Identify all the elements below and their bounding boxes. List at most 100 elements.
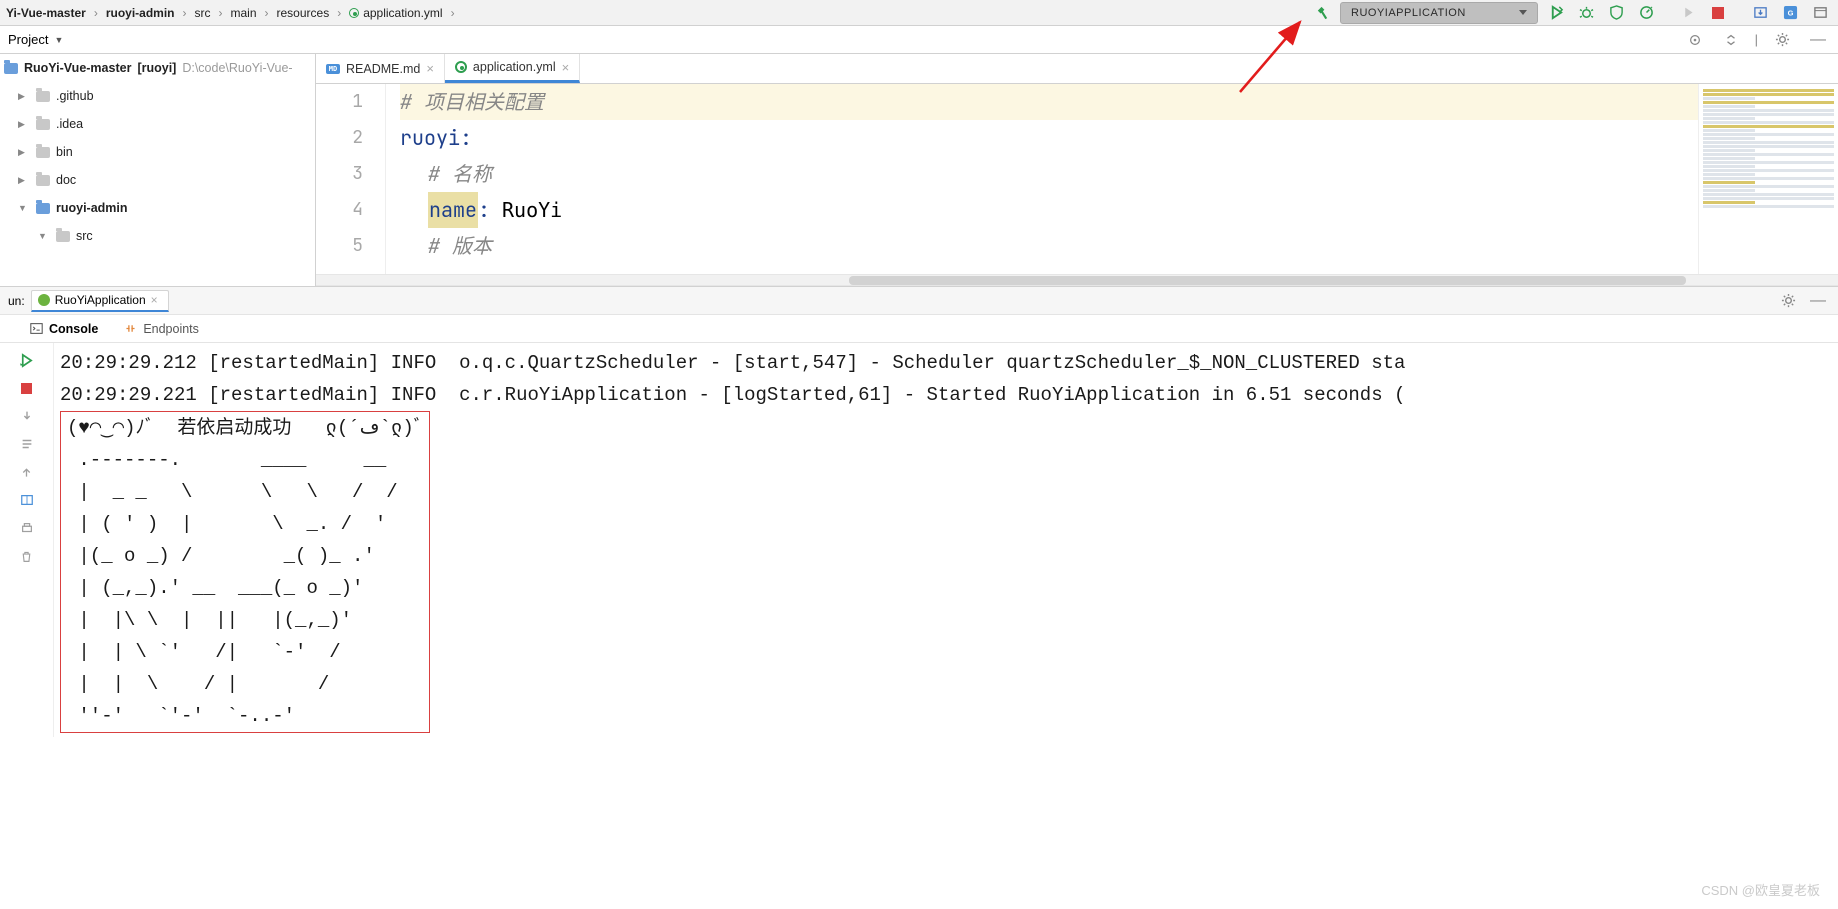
code-editor[interactable]: 1 2 3 4 5 # 项目相关配置 ruoyi: # 名称 name: Ruo…	[316, 84, 1838, 274]
tree-path: D:\code\RuoYi-Vue-	[182, 61, 292, 75]
stop-icon[interactable]	[1706, 2, 1730, 24]
code-content[interactable]: # 项目相关配置 ruoyi: # 名称 name: RuoYi # 版本	[386, 84, 1698, 274]
print-icon[interactable]	[15, 517, 39, 539]
breadcrumb-item[interactable]: application.yml	[363, 6, 442, 20]
folder-icon	[36, 91, 50, 102]
editor-horizontal-scrollbar[interactable]	[316, 274, 1838, 286]
code-minimap[interactable]	[1698, 84, 1838, 274]
code-comment: # 版本	[428, 228, 492, 264]
expand-icon[interactable]: ▶	[18, 91, 30, 102]
expand-all-icon[interactable]	[1719, 29, 1743, 51]
svg-text:G: G	[1787, 8, 1793, 17]
code-with-me-icon[interactable]: G	[1778, 2, 1802, 24]
hide-icon[interactable]: —	[1806, 290, 1830, 312]
run-process-tab[interactable]: RuoYiApplication ×	[31, 290, 169, 312]
breadcrumb-item[interactable]: main	[230, 6, 256, 20]
breadcrumb-item[interactable]: ruoyi-admin	[106, 6, 175, 20]
code-comment: # 名称	[428, 156, 492, 192]
tree-label: .github	[56, 89, 94, 103]
yaml-file-icon	[455, 61, 467, 73]
tree-item[interactable]: ▼ src	[0, 222, 315, 250]
stop-icon[interactable]	[15, 377, 39, 399]
close-icon[interactable]: ×	[426, 61, 434, 76]
yaml-key: ruoyi	[400, 120, 460, 156]
chevron-right-icon	[261, 6, 273, 20]
tree-label: doc	[56, 173, 76, 187]
project-view-header: Project ▼ | —	[0, 26, 1838, 54]
tree-label: .idea	[56, 117, 83, 131]
vcs-update-icon[interactable]	[1748, 2, 1772, 24]
subtab-console[interactable]: Console	[30, 322, 98, 336]
chevron-down-icon[interactable]: ▼	[54, 35, 63, 45]
hide-icon[interactable]: —	[1806, 29, 1830, 51]
tab-application-yml[interactable]: application.yml ×	[445, 54, 580, 83]
console-output[interactable]: 20:29:29.212 [restartedMain] INFO o.q.c.…	[54, 343, 1838, 737]
yaml-file-icon	[349, 8, 359, 18]
coverage-icon[interactable]	[1604, 2, 1628, 24]
tree-label: bin	[56, 145, 73, 159]
tree-item[interactable]: ▶ .idea	[0, 110, 315, 138]
console-body: 20:29:29.212 [restartedMain] INFO o.q.c.…	[0, 343, 1838, 737]
gear-icon[interactable]	[1776, 290, 1800, 312]
profile-icon[interactable]	[1634, 2, 1658, 24]
subtab-label: Console	[49, 322, 98, 336]
scroll-to-end-icon[interactable]	[15, 433, 39, 455]
tree-item[interactable]: ▶ .github	[0, 82, 315, 110]
delete-icon[interactable]	[15, 545, 39, 567]
tree-item[interactable]: ▶ doc	[0, 166, 315, 194]
watermark-text: CSDN @欧皇夏老板	[1701, 880, 1820, 899]
soft-wrap-icon[interactable]	[15, 405, 39, 427]
spring-boot-icon	[38, 294, 50, 306]
tree-item[interactable]: ▼ ruoyi-admin	[0, 194, 315, 222]
scrollbar-thumb[interactable]	[849, 276, 1686, 285]
up-icon[interactable]	[15, 461, 39, 483]
chevron-right-icon	[333, 6, 345, 20]
tab-label: application.yml	[473, 60, 556, 74]
debug-icon[interactable]	[1574, 2, 1598, 24]
top-toolbar: Yi-Vue-master ruoyi-admin src main resou…	[0, 0, 1838, 26]
run-config-label: RUOYIAPPLICATION	[1351, 7, 1466, 19]
subtab-label: Endpoints	[143, 322, 199, 336]
search-everywhere-icon[interactable]	[1808, 2, 1832, 24]
breadcrumbs: Yi-Vue-master ruoyi-admin src main resou…	[6, 6, 459, 20]
expand-icon[interactable]: ▶	[18, 147, 30, 158]
close-icon[interactable]: ×	[562, 60, 570, 75]
project-tree[interactable]: RuoYi-Vue-master [ruoyi] D:\code\RuoYi-V…	[0, 54, 316, 286]
breadcrumb-item[interactable]: src	[194, 6, 210, 20]
tree-label: RuoYi-Vue-master	[24, 61, 131, 75]
run-tool-header: un: RuoYiApplication × —	[0, 287, 1838, 315]
run-icon[interactable]	[1544, 2, 1568, 24]
build-icon[interactable]	[1310, 2, 1334, 24]
close-icon[interactable]: ×	[151, 293, 158, 307]
tree-item[interactable]: ▶ bin	[0, 138, 315, 166]
expand-icon[interactable]: ▶	[18, 175, 30, 186]
gear-icon[interactable]	[1770, 29, 1794, 51]
run-configuration-selector[interactable]: RUOYIAPPLICATION	[1340, 2, 1538, 24]
select-opened-file-icon[interactable]	[1683, 29, 1707, 51]
project-view-label[interactable]: Project	[8, 32, 48, 47]
folder-icon	[36, 147, 50, 158]
project-icon	[4, 63, 18, 74]
tab-readme[interactable]: MD README.md ×	[316, 54, 445, 83]
collapse-icon[interactable]: ▼	[18, 203, 30, 213]
subtab-endpoints[interactable]: Endpoints	[124, 322, 199, 336]
main-split: RuoYi-Vue-master [ruoyi] D:\code\RuoYi-V…	[0, 54, 1838, 286]
layout-icon[interactable]	[15, 489, 39, 511]
run-label: un:	[8, 294, 25, 308]
tree-root[interactable]: RuoYi-Vue-master [ruoyi] D:\code\RuoYi-V…	[0, 54, 315, 82]
chevron-right-icon	[178, 6, 190, 20]
editor-tabs: MD README.md × application.yml ×	[316, 54, 1838, 84]
breadcrumb-item[interactable]: Yi-Vue-master	[6, 6, 86, 20]
main-toolbar-buttons: RUOYIAPPLICATION G	[1310, 2, 1832, 24]
yaml-value: RuoYi	[502, 192, 562, 228]
breadcrumb-item[interactable]: resources	[277, 6, 330, 20]
collapse-icon[interactable]: ▼	[38, 231, 50, 241]
module-folder-icon	[36, 203, 50, 214]
rerun-icon[interactable]	[15, 349, 39, 371]
run-tab-label: RuoYiApplication	[55, 293, 146, 307]
expand-icon[interactable]: ▶	[18, 119, 30, 130]
yaml-key: name	[428, 192, 478, 228]
chevron-right-icon	[90, 6, 102, 20]
tree-label: src	[76, 229, 93, 243]
editor-panel: MD README.md × application.yml × 1 2 3 4…	[316, 54, 1838, 286]
